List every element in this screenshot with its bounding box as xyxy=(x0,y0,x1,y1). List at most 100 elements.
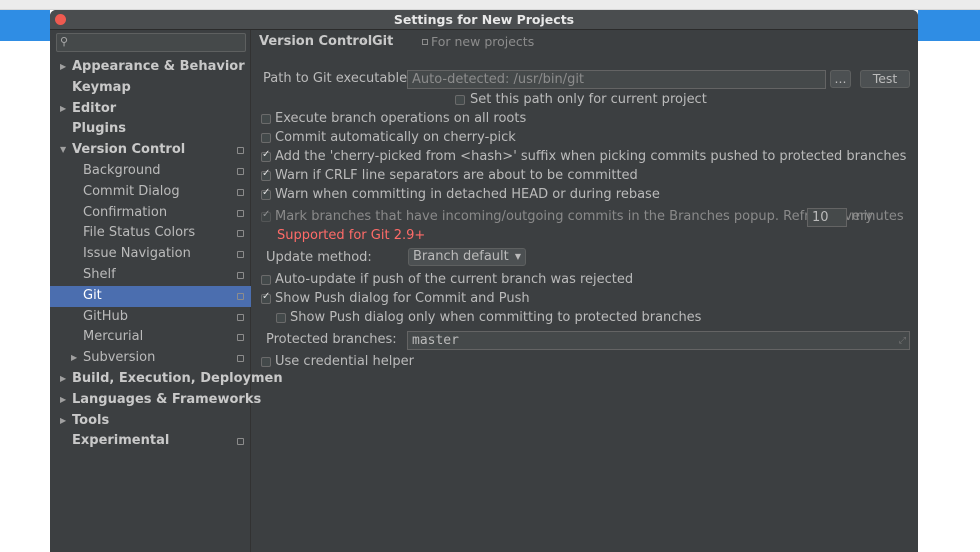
sidebar-item-shelf[interactable]: Shelf xyxy=(50,265,251,286)
credential-helper-label: Use credential helper xyxy=(275,354,414,369)
sidebar-item-label: Tools xyxy=(72,412,110,428)
execute-branch-ops-label: Execute branch operations on all roots xyxy=(275,111,527,126)
project-scope-icon xyxy=(237,188,244,196)
sidebar-item-tools[interactable]: ▶ Tools xyxy=(50,411,251,432)
browse-button[interactable]: ... xyxy=(830,70,851,88)
sidebar-item-label: Keymap xyxy=(72,79,131,95)
sidebar-item-build-execution-deploymen[interactable]: ▶ Build, Execution, Deploymen xyxy=(50,369,283,390)
update-method-value: Branch default xyxy=(413,249,509,264)
project-scope-icon xyxy=(237,251,244,259)
sidebar-item-subversion[interactable]: ▶ Subversion xyxy=(50,348,251,369)
project-scope-icon xyxy=(237,230,244,238)
sidebar-item-label: Subversion xyxy=(83,350,156,366)
sidebar-item-label: Appearance & Behavior xyxy=(72,59,245,74)
protected-branches-label: Protected branches: xyxy=(266,332,397,347)
sidebar-item-version-control[interactable]: ▼ Version Control xyxy=(50,140,251,161)
update-method-label: Update method: xyxy=(266,250,372,265)
settings-search-input[interactable]: ⚲ xyxy=(56,33,246,52)
set-path-current-project-checkbox[interactable] xyxy=(455,95,465,105)
background-app-header-left xyxy=(0,10,50,41)
sidebar-item-label: Editor xyxy=(72,100,117,116)
show-push-dialog-checkbox[interactable] xyxy=(261,291,271,304)
sidebar-item-label: Confirmation xyxy=(83,204,168,220)
project-scope-icon xyxy=(237,209,244,217)
project-scope-icon xyxy=(422,39,428,45)
git-settings-panel: Version Control › Git For new projects P… xyxy=(252,30,918,552)
set-path-current-project-label: Set this path only for current project xyxy=(470,92,707,107)
warn-crlf-label: Warn if CRLF line separators are about t… xyxy=(275,168,638,183)
chevron-right-icon[interactable]: ▶ xyxy=(60,57,66,78)
sidebar-item-plugins[interactable]: Plugins xyxy=(50,119,251,140)
chevron-down-icon[interactable]: ▼ xyxy=(60,140,66,161)
expand-icon[interactable]: ⤢ xyxy=(899,333,906,349)
commit-auto-cherry-pick-checkbox[interactable] xyxy=(261,133,271,143)
sidebar-item-file-status-colors[interactable]: File Status Colors xyxy=(50,223,251,244)
sidebar-item-issue-navigation[interactable]: Issue Navigation xyxy=(50,244,251,265)
show-push-protected-checkbox[interactable] xyxy=(276,313,286,323)
chevron-down-icon: ▼ xyxy=(514,252,521,261)
protected-branches-value: master xyxy=(412,333,459,348)
sidebar-item-label: Experimental xyxy=(72,433,170,449)
commit-auto-cherry-pick-label: Commit automatically on cherry-pick xyxy=(275,130,516,145)
sidebar-item-experimental[interactable]: Experimental xyxy=(50,431,251,452)
project-scope-icon xyxy=(237,438,244,446)
sidebar-item-editor[interactable]: ▶ Editor xyxy=(50,99,251,120)
scope-label: For new projects xyxy=(422,33,534,51)
refresh-interval-field[interactable]: 10 xyxy=(807,208,847,227)
settings-sidebar: ⚲ ▶ Appearance & Behavior Keymap ▶ Editor Plu… xyxy=(50,30,283,552)
project-scope-icon xyxy=(237,355,244,363)
auto-update-label: Auto-update if push of the current branc… xyxy=(275,272,634,287)
chevron-right-icon[interactable]: ▶ xyxy=(60,369,66,390)
cherry-picked-suffix-checkbox[interactable] xyxy=(261,149,271,162)
dialog-title: Settings for New Projects xyxy=(393,12,575,27)
sidebar-item-label: GitHub xyxy=(83,308,129,324)
sidebar-item-label: Languages & Frameworks xyxy=(72,391,262,407)
show-push-dialog-label: Show Push dialog for Commit and Push xyxy=(275,291,530,306)
project-scope-icon xyxy=(237,334,244,342)
protected-branches-field[interactable]: master ⤢ xyxy=(407,331,910,350)
sidebar-item-label: Shelf xyxy=(83,266,116,282)
test-button[interactable]: Test xyxy=(860,70,910,88)
chevron-right-icon[interactable]: ▶ xyxy=(71,348,77,369)
mark-branches-checkbox[interactable] xyxy=(261,209,271,222)
sidebar-item-git[interactable]: Git xyxy=(50,285,251,307)
sidebar-item-mercurial[interactable]: Mercurial xyxy=(50,327,251,348)
project-scope-icon xyxy=(237,147,244,155)
chevron-right-icon[interactable]: ▶ xyxy=(60,99,66,120)
sidebar-item-appearance-behavior[interactable]: ▶ Appearance & Behavior xyxy=(50,57,251,78)
sidebar-item-commit-dialog[interactable]: Commit Dialog xyxy=(50,182,251,203)
dialog-titlebar: Settings for New Projects xyxy=(50,10,918,30)
warn-detached-head-checkbox[interactable] xyxy=(261,187,271,200)
chevron-right-icon[interactable]: ▶ xyxy=(60,411,66,432)
settings-dialog: Settings for New Projects ⚲ ▶ Appearance … xyxy=(50,10,918,552)
warn-crlf-checkbox[interactable] xyxy=(261,168,271,181)
warn-detached-head-label: Warn when committing in detached HEAD or… xyxy=(275,187,660,202)
mark-branches-label: Mark branches that have incoming/outgoin… xyxy=(275,209,874,224)
sidebar-item-label: Plugins xyxy=(72,121,126,137)
close-window-button[interactable] xyxy=(55,14,66,25)
credential-helper-checkbox[interactable] xyxy=(261,357,271,367)
auto-update-checkbox[interactable] xyxy=(261,275,271,285)
sidebar-item-label: Git xyxy=(83,287,102,303)
execute-branch-ops-checkbox[interactable] xyxy=(261,114,271,124)
sidebar-item-background[interactable]: Background xyxy=(50,161,251,182)
settings-tree: ▶ Appearance & Behavior Keymap ▶ Editor Plugi… xyxy=(50,57,283,452)
sidebar-item-label: Issue Navigation xyxy=(83,246,191,262)
sidebar-item-keymap[interactable]: Keymap xyxy=(50,78,251,99)
sidebar-item-label: File Status Colors xyxy=(83,225,196,241)
cherry-picked-suffix-label: Add the 'cherry-picked from <hash>' suff… xyxy=(275,149,907,164)
sidebar-item-github[interactable]: GitHub xyxy=(50,307,251,328)
breadcrumb-current: Git xyxy=(372,34,394,49)
chevron-right-icon[interactable]: ▶ xyxy=(60,390,66,411)
sidebar-item-confirmation[interactable]: Confirmation xyxy=(50,203,251,224)
git-path-label: Path to Git executable: xyxy=(263,71,412,86)
background-app-header-right xyxy=(918,10,980,41)
breadcrumb-parent[interactable]: Version Control xyxy=(259,33,372,51)
git-version-warning: Supported for Git 2.9+ xyxy=(277,228,426,243)
breadcrumb-separator: › xyxy=(362,35,367,48)
git-path-field[interactable]: Auto-detected: /usr/bin/git xyxy=(407,70,826,89)
update-method-select[interactable]: Branch default ▼ xyxy=(408,248,526,266)
sidebar-item-languages-frameworks[interactable]: ▶ Languages & Frameworks xyxy=(50,390,261,411)
project-scope-icon xyxy=(237,313,244,321)
background-app-toolbar xyxy=(0,0,980,10)
